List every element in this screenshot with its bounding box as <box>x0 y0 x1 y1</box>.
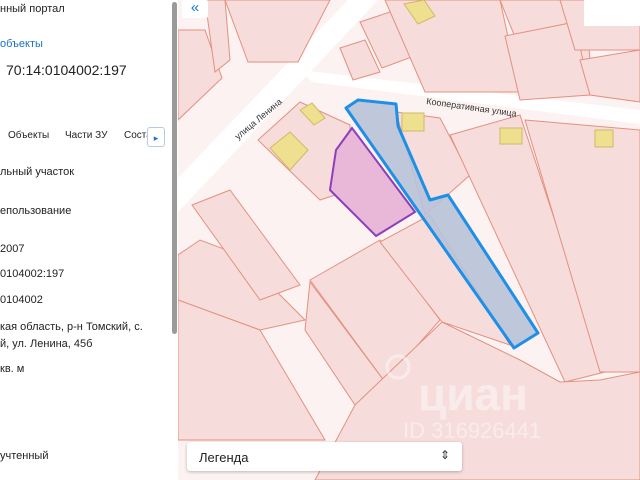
watermark-id: ID 316926441 <box>403 418 541 443</box>
field-usage: епользование <box>0 205 72 217</box>
tab-parts[interactable]: Части ЗУ <box>65 130 107 141</box>
chevron-right-icon: ▸ <box>153 133 159 143</box>
field-quarter: 0104002 <box>0 294 43 306</box>
field-status: учтенный <box>0 450 49 462</box>
tab-scroll-right-button[interactable]: ▸ <box>147 127 165 147</box>
field-cadastral: 0104002:197 <box>0 268 65 280</box>
building <box>594 129 614 148</box>
panel-scrollbar[interactable] <box>172 2 177 334</box>
portal-title: нный портал <box>0 3 65 15</box>
collapse-panel-button[interactable]: « <box>182 0 208 18</box>
field-address-line1: кая область, р-н Томский, с. <box>0 321 143 333</box>
up-down-arrows-icon: ⇕ <box>439 448 450 462</box>
watermark-brand: циан <box>418 368 528 420</box>
cadastral-number: 70:14:0104002:197 <box>6 62 127 78</box>
legend-label: Легенда <box>199 450 249 465</box>
objects-link[interactable]: объекты <box>0 38 43 50</box>
field-type: льный участок <box>0 166 75 178</box>
field-date: 2007 <box>0 243 25 255</box>
cadastral-map[interactable]: улица Ленина Кооперативная улица циан ID… <box>178 0 640 480</box>
field-area: кв. м <box>0 363 25 375</box>
parcel <box>384 0 521 93</box>
legend-dropdown[interactable]: Легенда ⇕ <box>187 442 462 471</box>
building <box>499 127 523 145</box>
map-canvas: улица Ленина Кооперативная улица циан ID… <box>178 0 640 480</box>
double-chevron-left-icon: « <box>190 0 200 16</box>
tab-objects[interactable]: Объекты <box>8 130 49 141</box>
map-top-control <box>584 0 640 26</box>
building <box>401 112 425 132</box>
info-panel: нный портал объекты 70:14:0104002:197 Об… <box>0 0 178 480</box>
field-address-line2: й, ул. Ленина, 45б <box>0 338 93 350</box>
